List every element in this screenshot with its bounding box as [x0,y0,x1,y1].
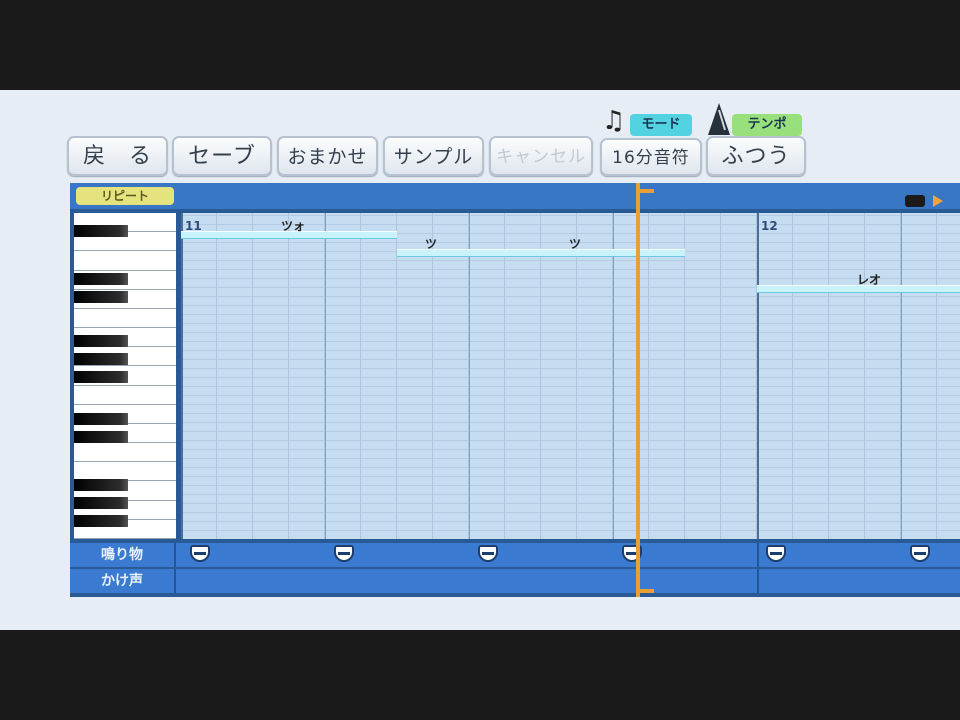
note-editor: リピート 11 ツォツツ 12 レオ 鳴り物 かけ声 [70,183,960,597]
save-button[interactable]: セーブ [172,136,272,176]
end-markers [905,190,944,209]
black-key [74,431,128,443]
omakase-button[interactable]: おまかせ [277,136,378,176]
white-key [74,251,176,271]
note-syllable: ツ [425,237,438,251]
sound-effect-row[interactable]: 鳴り物 [70,543,960,567]
note-syllable: ツォ [281,219,306,233]
beat-line [613,213,614,539]
voice-row[interactable]: かけ声 [70,569,960,593]
piano-keyboard [74,213,176,539]
note-syllable: レオ [857,273,882,287]
drum-icon[interactable] [910,545,930,562]
black-key [74,273,128,285]
playhead[interactable] [636,183,640,597]
drum-icon[interactable] [766,545,786,562]
white-key [74,443,176,463]
black-key [74,497,128,509]
black-key [74,413,128,425]
drum-icon[interactable] [334,545,354,562]
note-syllable: ツ [569,237,582,251]
black-key [74,371,128,383]
sample-button[interactable]: サンプル [383,136,484,176]
black-key [74,515,128,527]
black-key [74,353,128,365]
tempo-button[interactable]: ふつう [706,136,806,176]
sound-row-label: 鳴り物 [70,543,176,567]
cancel-button: キャンセル [489,136,593,176]
black-key [74,479,128,491]
voice-row-label: かけ声 [70,569,176,593]
measure-number: 12 [761,219,778,233]
back-button[interactable]: 戻 る [67,136,168,176]
tempo-label: テンポ [732,114,802,136]
black-key [74,335,128,347]
play-triangle-icon [933,194,944,207]
mode-label: モード [630,114,692,136]
measure-line [181,213,183,539]
timeline-header: リピート [70,183,960,209]
playhead-flag-bottom [640,589,654,593]
black-key [74,225,128,237]
drum-icon[interactable] [478,545,498,562]
row-divider [757,543,759,567]
mode-button[interactable]: 16分音符 [600,138,702,176]
measure-line [757,213,759,539]
metronome-icon [708,103,730,135]
black-key [74,291,128,303]
repeat-button[interactable]: リピート [76,187,174,205]
music-note-icon: ♫ [602,106,626,136]
drum-icon[interactable] [190,545,210,562]
white-key [74,308,176,329]
row-divider [757,569,759,593]
beat-line [469,213,470,539]
beat-line [901,213,902,539]
white-key [74,385,176,405]
note-grid[interactable]: 11 ツォツツ 12 レオ [181,213,960,539]
beat-line [325,213,326,539]
end-marker-icon [905,194,925,207]
composer-window: 戻 る セーブ おまかせ サンプル キャンセル ♫ モード 16分音符 テンポ … [0,90,960,630]
playhead-flag-top [640,189,654,193]
